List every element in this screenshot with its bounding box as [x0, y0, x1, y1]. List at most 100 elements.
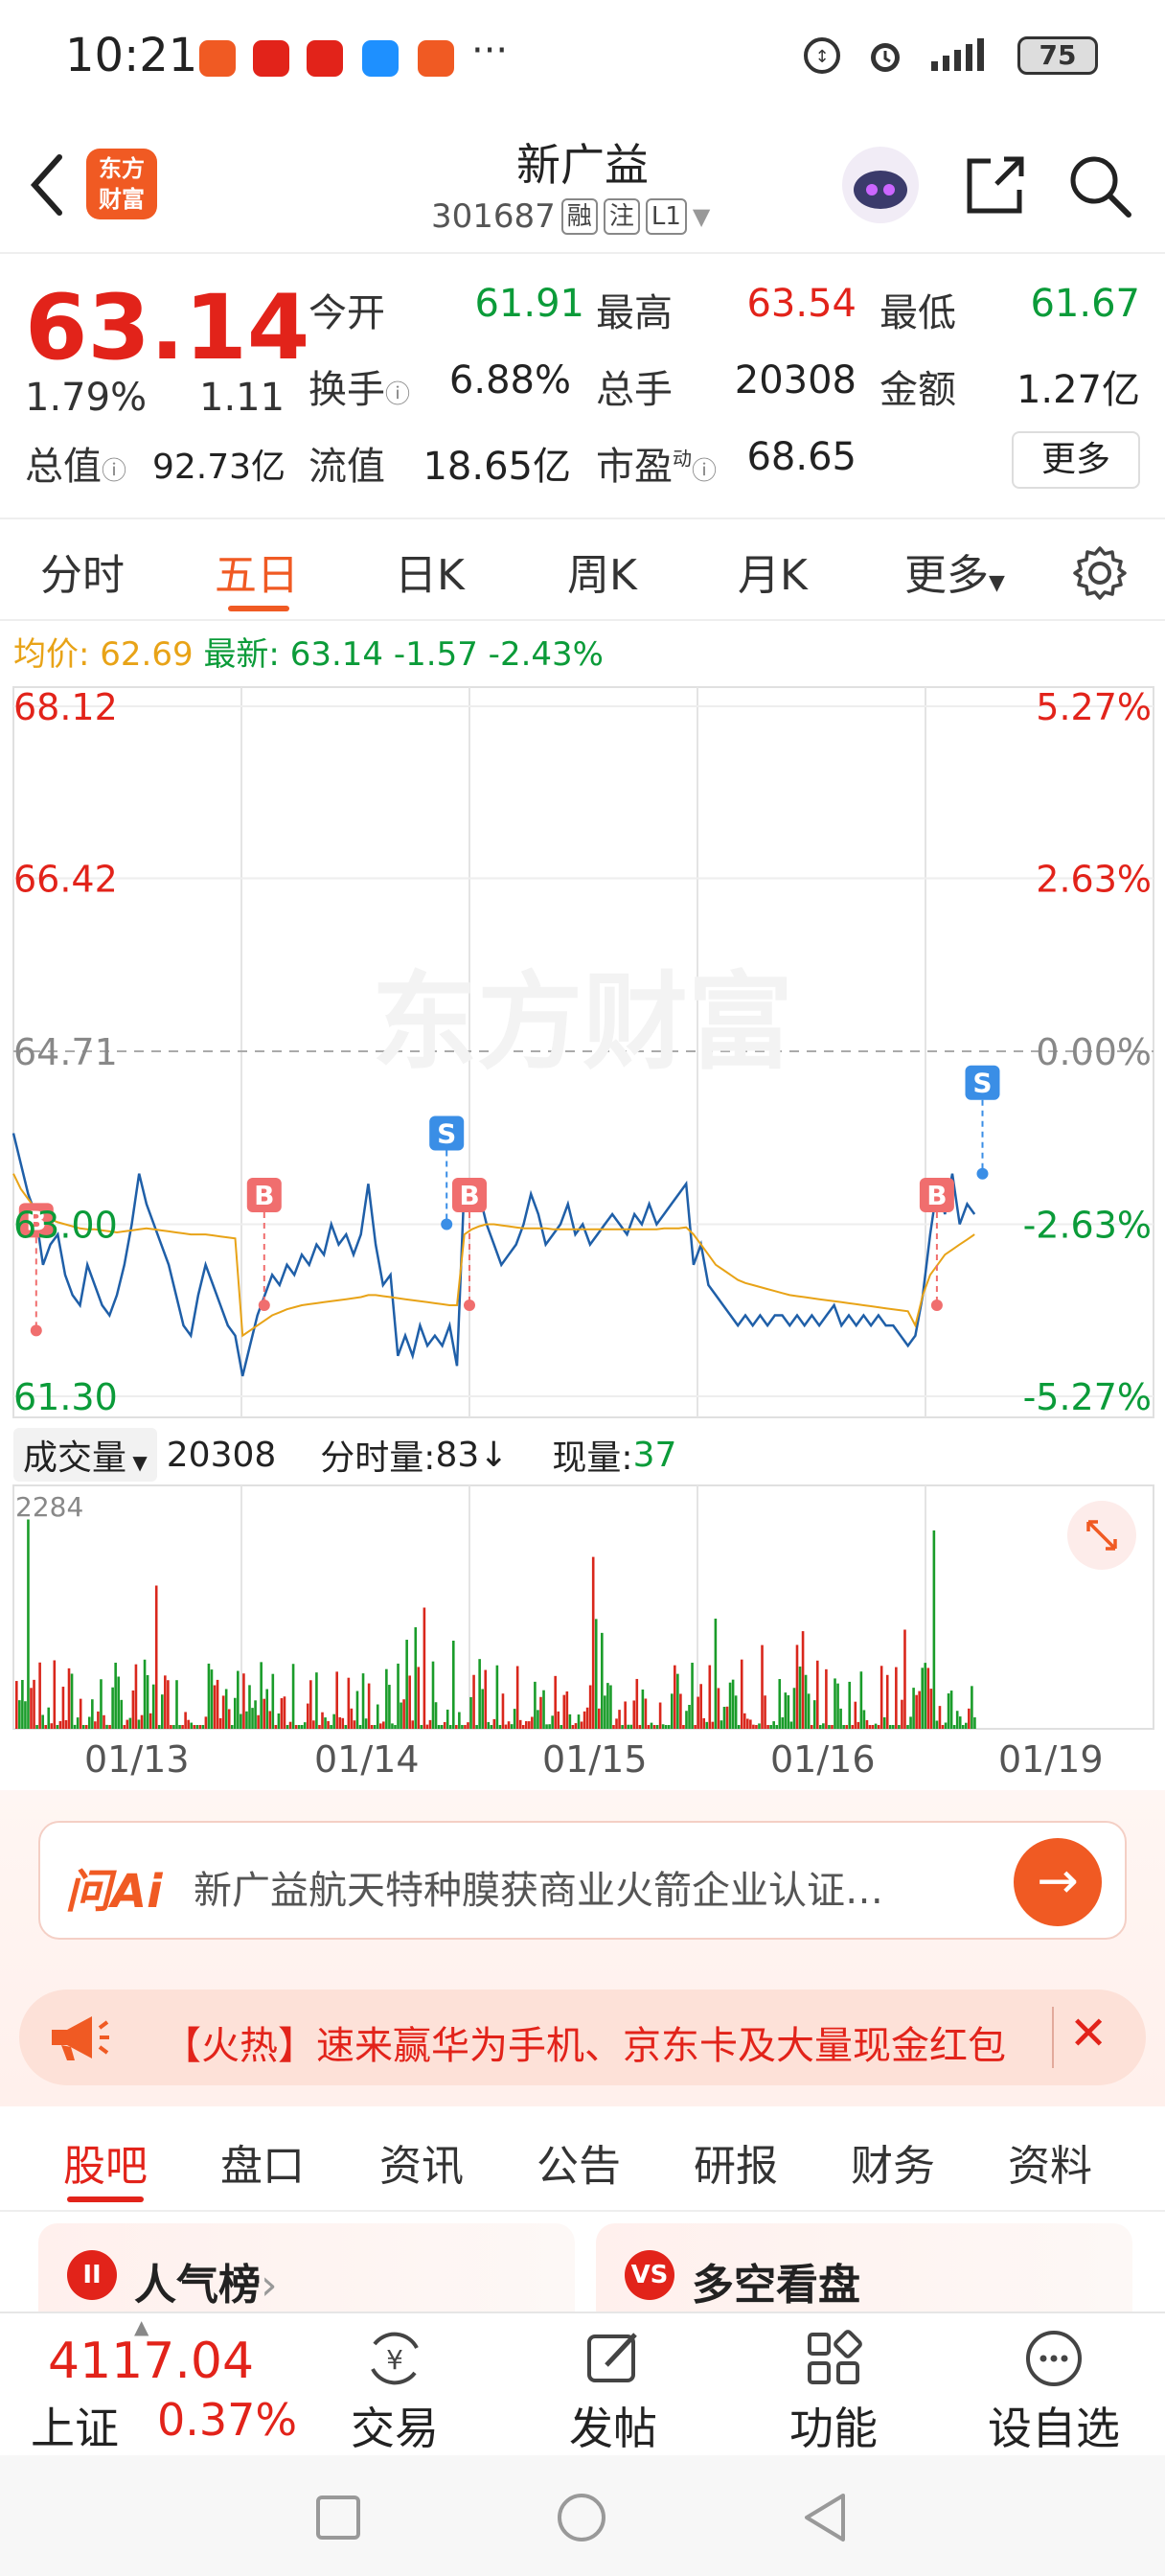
volume-bar: [332, 1714, 335, 1729]
volume-chart[interactable]: 2284: [0, 1484, 1165, 1733]
volume-bar: [764, 1695, 766, 1729]
volume-bar: [679, 1693, 682, 1729]
promo-banner[interactable]: 【火热】速来赢华为手机、京东卡及大量现金红包 ✕: [19, 1990, 1146, 2085]
volume-bar: [635, 1678, 639, 1729]
home-icon[interactable]: [556, 2492, 607, 2543]
volume-bar: [224, 1689, 228, 1729]
volume-bar: [420, 1725, 423, 1729]
volume-bar: [717, 1688, 720, 1729]
volume-bar: [487, 1721, 491, 1729]
volume-bar: [580, 1721, 583, 1729]
nav-post[interactable]: 发帖: [537, 2327, 690, 2457]
volume-bar: [434, 1702, 438, 1729]
vs-icon: VS: [625, 2250, 674, 2300]
tab-forum[interactable]: 股吧: [63, 2131, 148, 2193]
nav-add-watchlist[interactable]: 设自选: [977, 2327, 1131, 2457]
tab-financials[interactable]: 财务: [851, 2131, 935, 2193]
volume-bar: [198, 1725, 202, 1729]
index-value[interactable]: 4117.04: [48, 2333, 254, 2390]
volume-bar: [661, 1724, 665, 1729]
volume-bar: [562, 1694, 566, 1729]
settings-gear-icon[interactable]: [1071, 544, 1129, 602]
tab-news[interactable]: 资讯: [379, 2131, 464, 2193]
volume-bar: [885, 1674, 889, 1729]
volume-bar: [148, 1713, 152, 1729]
volume-bar: [154, 1585, 158, 1729]
close-icon[interactable]: ✕: [1069, 2007, 1108, 2060]
nav-trade[interactable]: ¥ 交易: [318, 2327, 471, 2457]
volume-bar: [921, 1668, 925, 1729]
volume-bar: [204, 1716, 208, 1729]
volume-bar: [807, 1693, 811, 1729]
volume-bar: [903, 1629, 906, 1729]
volume-bar: [638, 1725, 642, 1729]
tab-announcements[interactable]: 公告: [537, 2131, 621, 2193]
volume-bar: [469, 1696, 472, 1729]
five-day-price-chart[interactable]: 东方财富 BBSB BS 68.1266.4264.7163.0061.305.2…: [0, 685, 1165, 1423]
content-tabs: 股吧 盘口 资讯 公告 研报 财务 资料: [0, 2106, 1165, 2212]
marker-label: B: [254, 1180, 274, 1211]
volume-bar: [445, 1709, 449, 1729]
volume-indicator-select[interactable]: 成交量 ▼: [13, 1428, 157, 1482]
volume-bar: [297, 1725, 301, 1729]
volume-bar: [694, 1725, 697, 1729]
volume-bar: [632, 1700, 636, 1729]
tab-day-k[interactable]: 日K: [395, 540, 465, 602]
volume-bar: [481, 1689, 484, 1729]
volume-bar: [758, 1723, 761, 1729]
search-icon[interactable]: [1065, 151, 1134, 220]
volume-bar: [784, 1692, 788, 1729]
volume-bar: [621, 1725, 624, 1729]
volume-bar: [775, 1725, 779, 1729]
volume-bar: [330, 1725, 332, 1729]
index-name[interactable]: 上证: [31, 2394, 119, 2457]
volume-bar: [400, 1702, 402, 1729]
volume-bar: [901, 1699, 903, 1729]
tab-research[interactable]: 研报: [694, 2131, 778, 2193]
volume-bar: [18, 1700, 21, 1729]
volume-bar: [842, 1725, 845, 1729]
volume-bar: [388, 1685, 391, 1729]
volume-bar: [810, 1725, 813, 1729]
ai-question-bar[interactable]: 问Ai 新广益航天特种膜获商业火箭企业认证… →: [38, 1821, 1127, 1940]
expand-icon[interactable]: [1067, 1501, 1136, 1570]
tab-week-k[interactable]: 周K: [567, 540, 637, 602]
tab-month-k[interactable]: 月K: [738, 540, 808, 602]
more-quote-button[interactable]: 更多: [1012, 431, 1140, 489]
pe-label: 市盈动ⓘ: [596, 445, 718, 489]
status-bar: 10:21 ··· ↕ 75: [0, 0, 1165, 115]
nav-functions[interactable]: 功能: [757, 2327, 910, 2457]
volume-bar: [510, 1724, 514, 1729]
volume-bar: [227, 1709, 231, 1729]
recent-apps-icon[interactable]: [314, 2494, 362, 2542]
volume-bar: [871, 1725, 875, 1729]
volume-bar: [528, 1721, 531, 1729]
index-pct[interactable]: 0.37%: [157, 2394, 297, 2446]
caret-down-icon[interactable]: ▼: [693, 203, 710, 230]
volume-bar: [597, 1708, 601, 1729]
volume-bar: [658, 1702, 662, 1729]
mktcap-value: 92.73亿: [151, 448, 286, 487]
ai-robot-icon[interactable]: [837, 142, 924, 228]
tab-profile[interactable]: 资料: [1008, 2131, 1092, 2193]
volume-bar: [367, 1683, 371, 1729]
volume-bar: [859, 1671, 863, 1729]
volume-bar: [551, 1715, 554, 1729]
grid-icon: [808, 2330, 862, 2384]
back-nav-icon[interactable]: [801, 2492, 849, 2543]
tab-five-day[interactable]: 五日: [215, 540, 299, 602]
volume-bar: [364, 1718, 368, 1729]
promo-text[interactable]: 【火热】速来赢华为手机、京东卡及大量现金红包: [163, 2014, 1044, 2070]
tab-more[interactable]: 更多▼: [904, 540, 1005, 602]
volume-bar: [237, 1670, 240, 1729]
ai-question-text[interactable]: 新广益航天特种膜获商业火箭企业认证…: [194, 1859, 1017, 1915]
tab-order-book[interactable]: 盘口: [220, 2131, 305, 2193]
volume-bar: [73, 1724, 77, 1729]
date-tick: 01/16: [770, 1738, 876, 1781]
tab-intraday[interactable]: 分时: [40, 540, 125, 602]
volume-bar: [609, 1685, 612, 1729]
ai-go-button[interactable]: →: [1014, 1838, 1102, 1926]
volume-bar: [947, 1693, 950, 1729]
share-icon[interactable]: [962, 151, 1029, 218]
volume-bar: [443, 1721, 446, 1729]
